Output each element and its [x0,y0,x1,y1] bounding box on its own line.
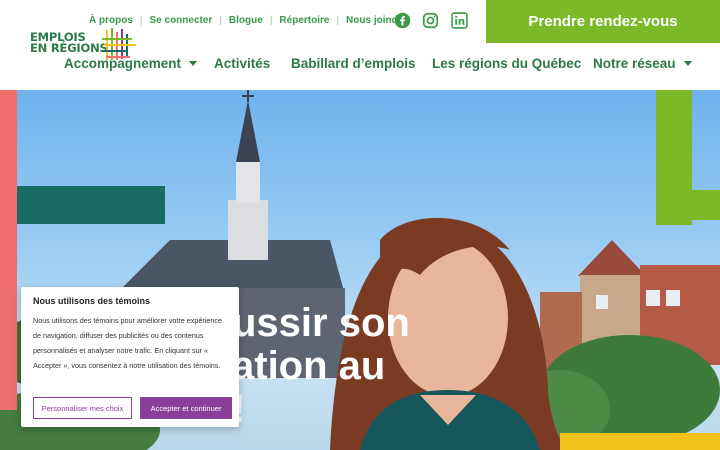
utility-nav: À propos | Se connecter | Blogue | Réper… [89,15,407,26]
nav-item-accompagnement[interactable]: Accompagnement [64,56,198,71]
site-header: EMPLOIS EN RÉGIONS À propos | Se connect… [0,0,720,90]
nav-item-label: Notre réseau [593,56,676,71]
hero-headline-line-2: ation au [232,344,386,388]
decorative-teal-bar [17,186,165,224]
nav-item-label: Activités [214,56,271,71]
chevron-down-icon [189,61,198,66]
accept-cookies-button[interactable]: Accepter et continuer [140,397,232,419]
utility-link-blog[interactable]: Blogue [229,15,263,26]
utility-separator: | [269,15,273,26]
nav-item-label: Les régions du Québec [432,56,582,71]
logo-wordmark: EMPLOIS EN RÉGIONS [30,31,108,55]
hero-headline: ussir son ation au ! [232,302,410,431]
logo-line-2: EN RÉGIONS [30,41,108,55]
cookie-consent-banner: Nous utilisons des témoins Nous utilison… [21,287,239,427]
hero-headline-line-3: ! [232,388,410,431]
utility-link-login[interactable]: Se connecter [150,15,213,26]
nav-item-label: Babillard d’emplois [291,56,416,71]
cookie-banner-actions: Personnaliser mes choix Accepter et cont… [33,397,232,419]
nav-item-activites[interactable]: Activités [214,56,270,71]
utility-separator: | [219,15,222,26]
chevron-down-icon [683,61,692,66]
nav-item-label: Accompagnement [64,56,182,71]
utility-separator: | [139,15,143,26]
utility-separator: | [336,15,340,26]
facebook-icon[interactable] [394,12,411,29]
nav-item-network[interactable]: Notre réseau [593,56,692,71]
decorative-green-bar [656,90,692,225]
utility-link-directory[interactable]: Répertoire [279,15,329,26]
cookie-banner-text: Nous utilisons des témoins pour améliore… [33,316,222,370]
linkedin-icon[interactable] [451,12,468,29]
book-appointment-button[interactable]: Prendre rendez-vous [486,0,720,43]
nav-item-job-board[interactable]: Babillard d’emplois [291,56,416,71]
decorative-green-block [692,190,720,220]
decorative-coral-bar [0,90,17,410]
main-nav: Accompagnement Activités Babillard d’emp… [0,56,720,78]
hero-headline-line-1: ussir son [232,301,410,345]
cookie-banner-title: Nous utilisons des témoins [33,296,151,306]
customize-cookies-button[interactable]: Personnaliser mes choix [33,397,132,419]
instagram-icon[interactable] [422,12,439,29]
utility-link-about[interactable]: À propos [89,15,133,26]
nav-item-regions[interactable]: Les régions du Québec [432,56,581,71]
decorative-yellow-bar [560,433,720,450]
